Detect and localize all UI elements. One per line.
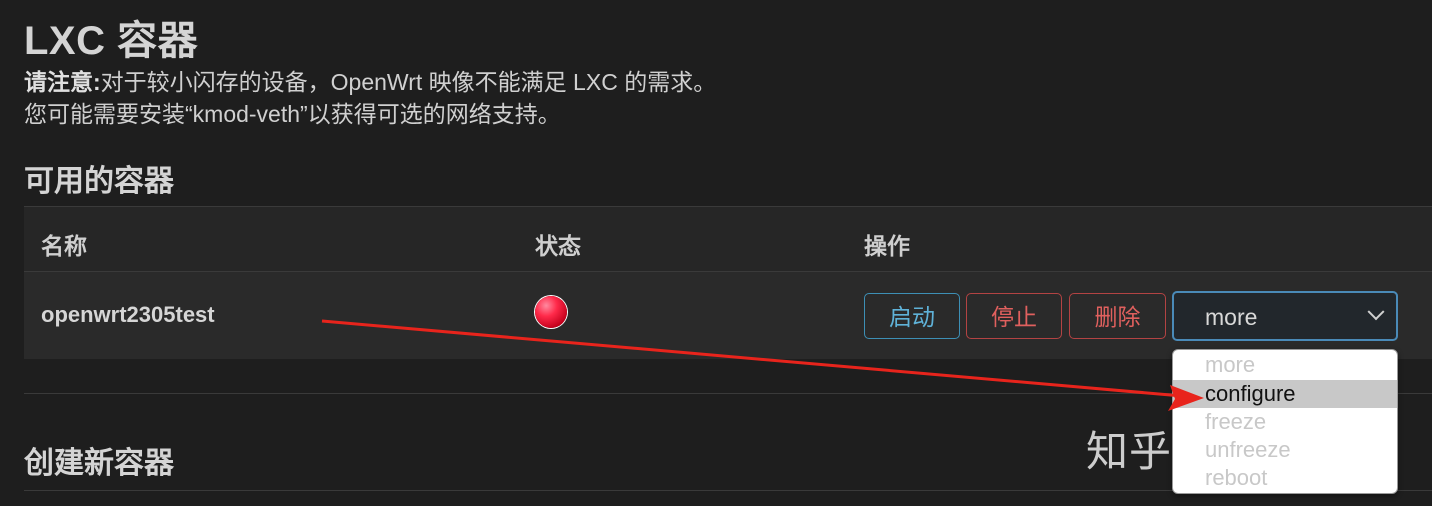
chevron-down-icon xyxy=(1367,303,1385,321)
header-status: 状态 xyxy=(535,233,581,259)
option-freeze[interactable]: freeze xyxy=(1173,408,1397,436)
select-value: more xyxy=(1205,304,1258,330)
notice-line-1: 请注意:对于较小闪存的设备，OpenWrt 映像不能满足 LXC 的需求。 xyxy=(24,66,716,98)
container-name: openwrt2305test xyxy=(41,302,215,327)
available-containers-title: 可用的容器 xyxy=(24,165,174,198)
option-reboot[interactable]: reboot xyxy=(1173,464,1397,492)
notice-line-2: 您可能需要安装“kmod-veth”以获得可选的网络支持。 xyxy=(24,101,561,127)
status-stopped-icon xyxy=(535,296,567,328)
header-actions: 操作 xyxy=(864,233,910,259)
delete-button[interactable]: 删除 xyxy=(1069,293,1166,339)
table-row: openwrt2305test 启动 停止 删除 more xyxy=(24,272,1432,359)
notice-label: 请注意: xyxy=(24,69,101,95)
start-button[interactable]: 启动 xyxy=(864,293,960,339)
option-configure[interactable]: configure xyxy=(1173,380,1397,408)
more-actions-dropdown: more configure freeze unfreeze reboot xyxy=(1172,349,1398,494)
containers-table: 名称 状态 操作 openwrt2305test 启动 停止 删除 more xyxy=(24,206,1432,359)
table-header: 名称 状态 操作 xyxy=(24,207,1432,272)
lxc-page: LXC 容器 请注意:对于较小闪存的设备，OpenWrt 映像不能满足 LXC … xyxy=(0,0,1432,506)
more-actions-select[interactable]: more xyxy=(1172,291,1398,341)
page-title: LXC 容器 xyxy=(24,19,199,63)
option-more[interactable]: more xyxy=(1173,351,1397,379)
option-unfreeze[interactable]: unfreeze xyxy=(1173,436,1397,464)
stop-button[interactable]: 停止 xyxy=(966,293,1062,339)
notice-text: 请注意:对于较小闪存的设备，OpenWrt 映像不能满足 LXC 的需求。 您可… xyxy=(24,66,716,130)
header-name: 名称 xyxy=(41,233,87,259)
notice-line-1-text: 对于较小闪存的设备，OpenWrt 映像不能满足 LXC 的需求。 xyxy=(100,69,717,95)
create-container-title: 创建新容器 xyxy=(24,447,174,480)
